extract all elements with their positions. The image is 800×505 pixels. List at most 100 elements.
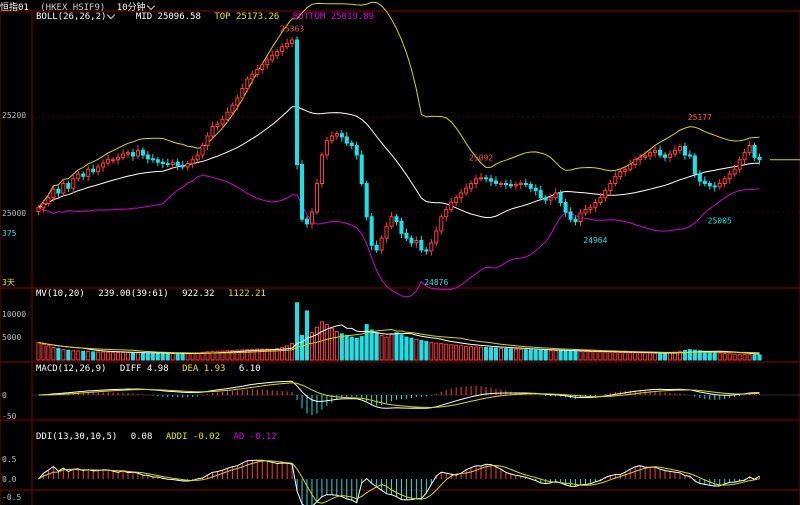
volume-bar bbox=[364, 324, 369, 361]
volume-bar bbox=[76, 350, 81, 361]
candle-body bbox=[454, 197, 459, 203]
volume-bar bbox=[628, 352, 633, 361]
candle-body bbox=[155, 159, 160, 163]
price-annotation: 25092 bbox=[469, 153, 493, 162]
volume-bar bbox=[120, 352, 126, 361]
candle-body bbox=[145, 154, 150, 160]
candle-body bbox=[220, 118, 225, 125]
volume-bar bbox=[643, 352, 648, 361]
volume-bar bbox=[757, 354, 762, 361]
candle-body bbox=[498, 183, 503, 185]
volume-bar bbox=[608, 351, 613, 361]
volume-bar bbox=[444, 343, 449, 361]
candle-body bbox=[200, 145, 205, 156]
chevron-down-icon bbox=[146, 1, 155, 11]
volume-bar bbox=[61, 349, 66, 361]
mv-value-2: 922.32 bbox=[182, 289, 215, 299]
price-annotation: 24964 bbox=[583, 236, 607, 245]
volume-bar bbox=[568, 350, 573, 361]
candle-body bbox=[295, 39, 300, 165]
chevron-down-icon bbox=[107, 10, 116, 20]
volume-bar bbox=[145, 352, 150, 361]
volume-bar bbox=[573, 350, 578, 361]
candle-body bbox=[488, 178, 494, 182]
volume-bar bbox=[737, 353, 742, 361]
candle-body bbox=[474, 178, 479, 184]
candle-body bbox=[399, 221, 404, 234]
candle-body bbox=[71, 178, 76, 189]
candle-body bbox=[329, 135, 334, 142]
volume-bar bbox=[434, 342, 439, 361]
candle-body bbox=[116, 156, 121, 161]
ddi-legend: DDI(13,30,10,5) 0.08 ADDI -0.02 AD -0.12 bbox=[36, 432, 285, 442]
candle-body bbox=[46, 197, 51, 204]
candle-body bbox=[662, 154, 668, 158]
volume-bar bbox=[175, 353, 180, 361]
candle-body bbox=[170, 161, 175, 165]
ddi-value: 0.08 bbox=[130, 432, 153, 442]
candle-body bbox=[583, 209, 588, 214]
candle-body bbox=[150, 158, 155, 161]
candle-body bbox=[384, 225, 389, 239]
candle-body bbox=[56, 188, 61, 194]
candle-body bbox=[394, 216, 399, 222]
boll-top-line bbox=[38, 1, 760, 209]
volume-bar bbox=[613, 351, 618, 361]
volume-bar bbox=[429, 342, 434, 361]
addi-line bbox=[38, 460, 760, 504]
candle-body bbox=[742, 152, 747, 161]
mv-value-3: 1122.21 bbox=[228, 289, 266, 299]
candle-body bbox=[299, 164, 305, 220]
candle-body bbox=[339, 133, 344, 138]
candle-body bbox=[86, 168, 91, 177]
volume-bar bbox=[334, 331, 339, 361]
candle-body bbox=[180, 164, 185, 168]
candle-body bbox=[692, 155, 697, 175]
volume-bar bbox=[359, 336, 364, 361]
volume-bar bbox=[687, 349, 692, 361]
candle-body bbox=[553, 192, 558, 199]
chart-canvas: 25363 25092 25177 24876 24964 25005 bbox=[0, 1, 800, 505]
boll-selector[interactable]: BOLL(26,26,2) bbox=[36, 10, 122, 22]
candle-body bbox=[235, 97, 240, 106]
candle-body bbox=[260, 64, 265, 70]
mv-name[interactable]: MV(10,20) bbox=[36, 289, 85, 299]
candle-body bbox=[697, 173, 702, 182]
volume-bar bbox=[459, 345, 464, 361]
candle-body bbox=[459, 192, 464, 199]
candle-body bbox=[667, 153, 673, 158]
volume-bar bbox=[155, 352, 160, 361]
candle-body bbox=[96, 166, 101, 173]
candle-body bbox=[479, 177, 484, 180]
candle-body bbox=[508, 183, 513, 187]
macd-dea: DEA 1.93 bbox=[182, 364, 226, 374]
candle-body bbox=[449, 202, 454, 211]
volume-bar bbox=[717, 352, 722, 361]
volume-bar bbox=[384, 336, 389, 361]
candle-body bbox=[593, 202, 598, 208]
volume-bar bbox=[727, 353, 732, 361]
candle-body bbox=[687, 154, 692, 157]
volume-bar bbox=[722, 352, 727, 361]
volume-bar bbox=[598, 351, 603, 361]
boll-bottom-line bbox=[38, 174, 760, 298]
candle-body bbox=[513, 183, 518, 187]
instrument-name[interactable]: 恒指01 bbox=[0, 3, 29, 13]
macd-axis-label: -50 bbox=[2, 412, 17, 421]
candle-body bbox=[285, 42, 290, 48]
volume-bar bbox=[449, 344, 454, 361]
volume-bar bbox=[424, 340, 429, 361]
candle-body bbox=[528, 183, 533, 189]
candle-body bbox=[120, 153, 126, 158]
volume-bar bbox=[603, 351, 608, 361]
boll-mid-line bbox=[38, 106, 760, 219]
candle-body bbox=[732, 168, 737, 175]
volume-axis-label: 5000 bbox=[2, 333, 22, 342]
volume-bar bbox=[91, 351, 96, 361]
price-annotation: 25363 bbox=[280, 25, 304, 34]
candle-body bbox=[349, 142, 354, 146]
ddi-name[interactable]: DDI(13,30,10,5) bbox=[36, 432, 117, 442]
volume-bar bbox=[623, 352, 628, 361]
candle-body bbox=[717, 183, 722, 188]
macd-name[interactable]: MACD(12,26,9) bbox=[36, 364, 106, 374]
